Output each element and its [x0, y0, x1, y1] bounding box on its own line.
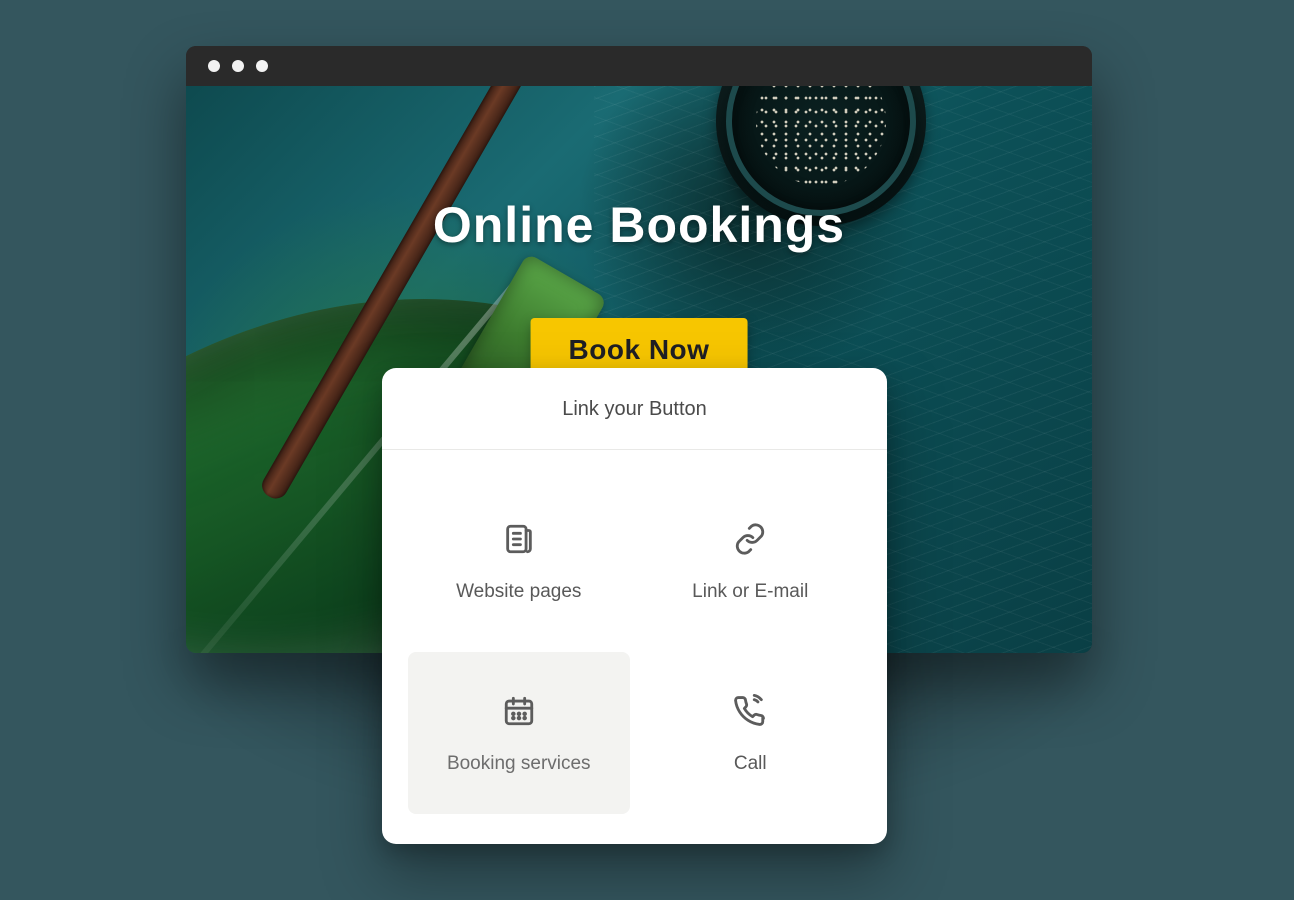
- window-dot-1[interactable]: [208, 60, 220, 72]
- option-label: Website pages: [456, 581, 581, 603]
- popover-option-grid: Website pages Link or E-mail: [382, 450, 887, 844]
- option-booking-services[interactable]: Booking services: [408, 652, 630, 814]
- link-icon: [733, 522, 767, 561]
- option-call[interactable]: Call: [640, 652, 862, 814]
- pages-icon: [502, 522, 536, 561]
- option-website-pages[interactable]: Website pages: [408, 480, 630, 642]
- option-label: Link or E-mail: [692, 581, 808, 603]
- hero-title: Online Bookings: [186, 196, 1092, 254]
- browser-titlebar: [186, 46, 1092, 86]
- window-dot-2[interactable]: [232, 60, 244, 72]
- option-label: Booking services: [447, 753, 591, 775]
- link-button-popover: Link your Button Website pages: [382, 368, 887, 844]
- popover-title: Link your Button: [382, 368, 887, 450]
- phone-icon: [733, 694, 767, 733]
- window-dot-3[interactable]: [256, 60, 268, 72]
- canvas: Online Bookings Book Now Link your Butto…: [0, 0, 1294, 900]
- option-link-or-email[interactable]: Link or E-mail: [640, 480, 862, 642]
- calendar-icon: [502, 694, 536, 733]
- option-label: Call: [734, 753, 767, 775]
